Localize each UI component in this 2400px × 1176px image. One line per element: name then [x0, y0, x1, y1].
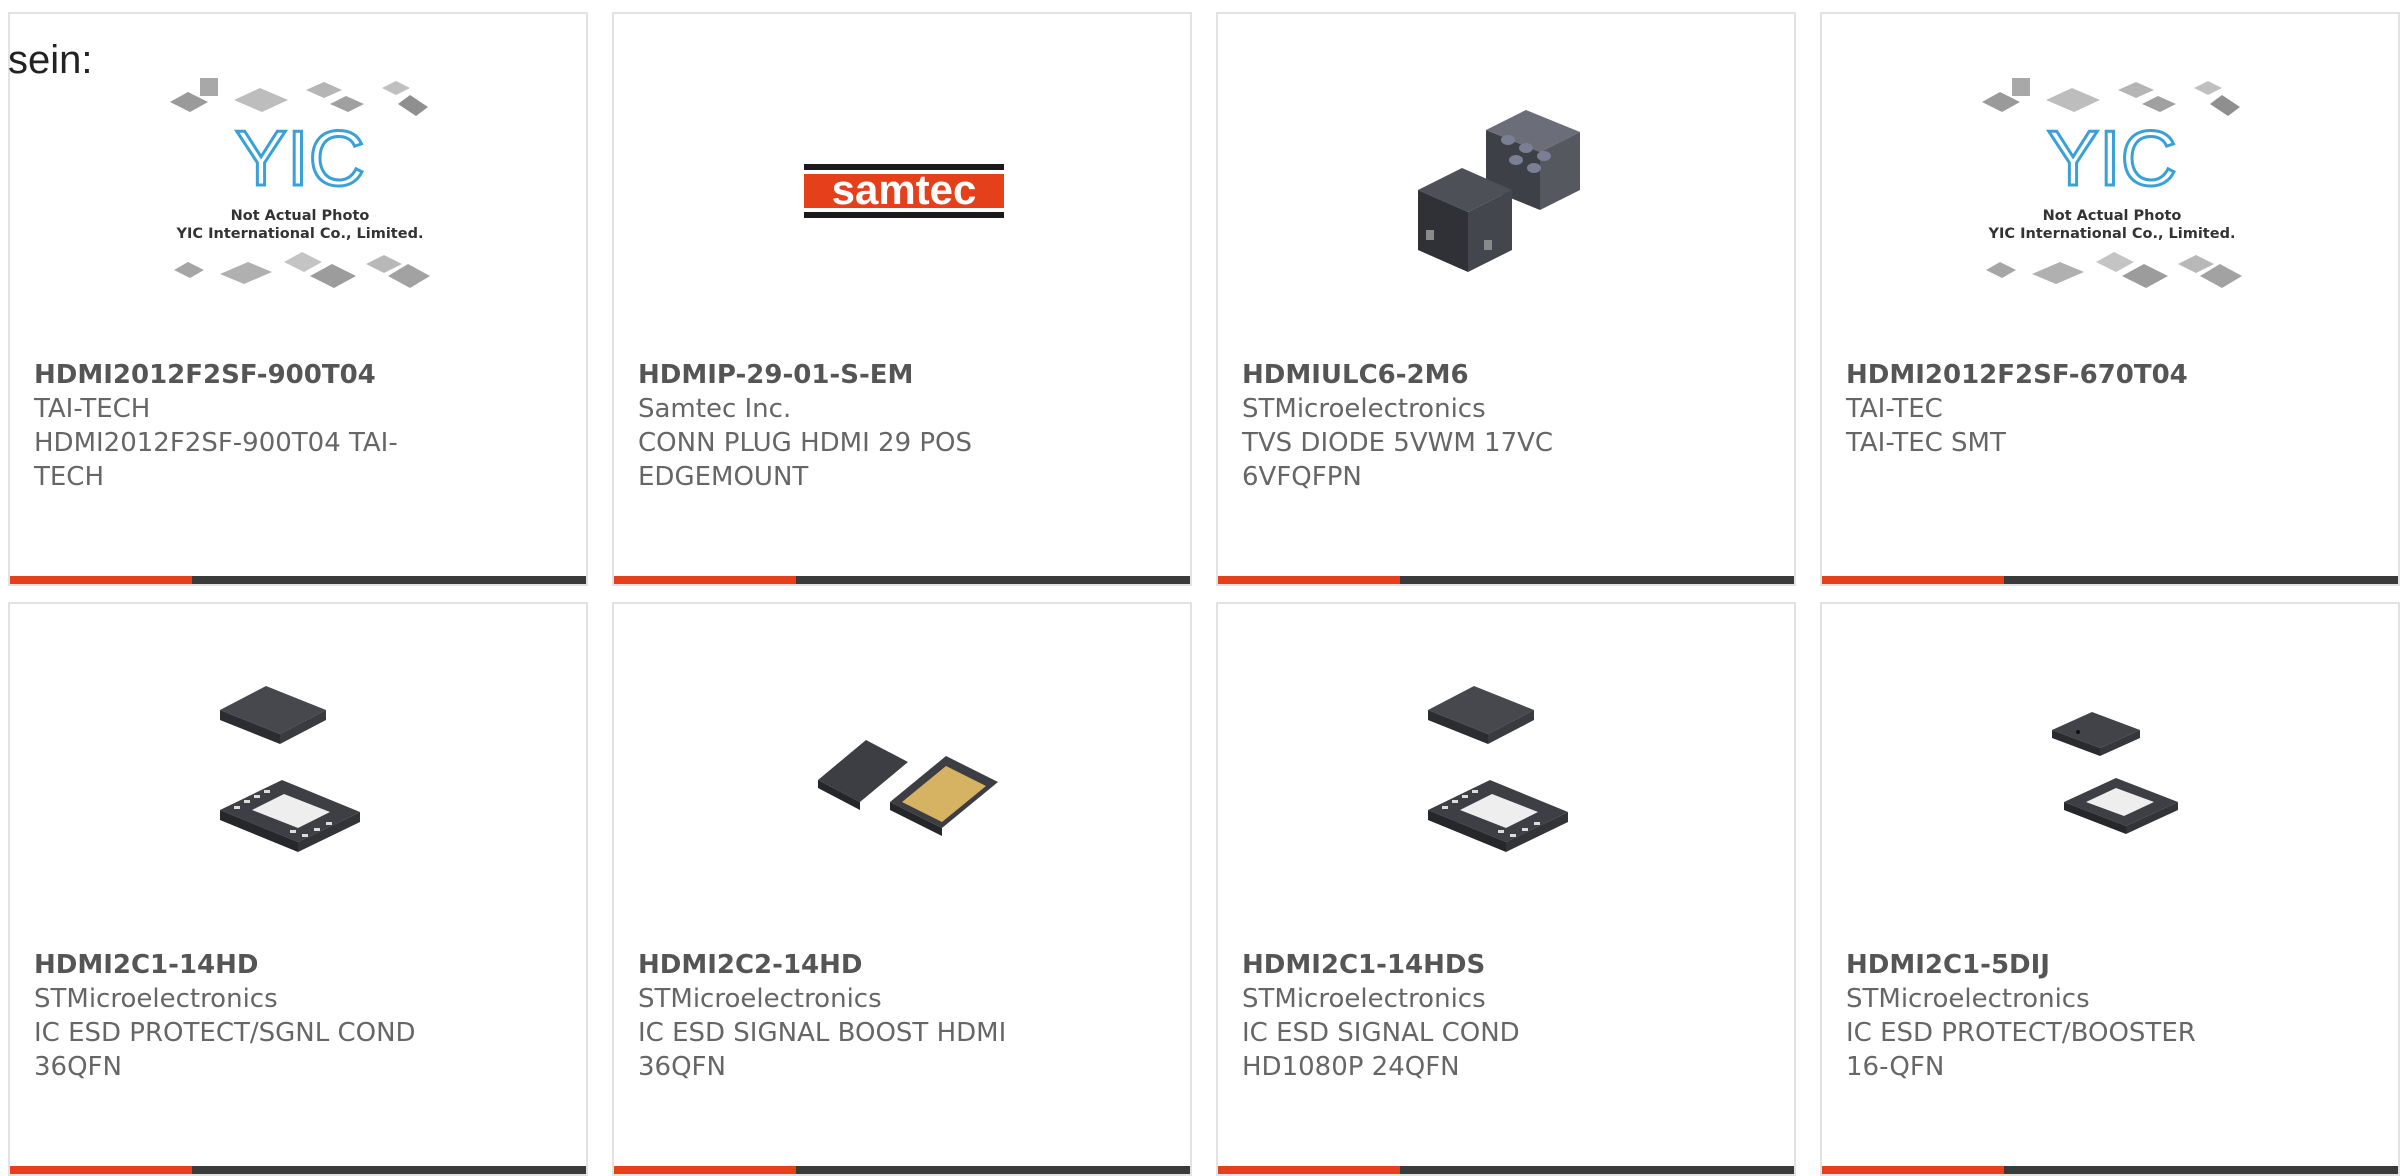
placeholder-line1: Not Actual Photo — [2043, 208, 2182, 224]
part-number[interactable]: HDMIULC6-2M6 — [1242, 358, 1642, 392]
intro-text: sein: — [8, 38, 93, 82]
manufacturer: STMicroelectronics — [1242, 394, 1486, 424]
part-number[interactable]: HDMI2C2-14HD — [638, 948, 1038, 982]
description: IC ESD SIGNAL BOOST HDMI 36QFN — [638, 1018, 1007, 1082]
card-accent-bar — [1218, 1166, 1794, 1174]
card-accent-bar — [1218, 576, 1794, 584]
product-card[interactable]: HDMIULC6-2M6 STMicroelectronics TVS DIOD… — [1216, 12, 1796, 586]
dfn-package-icon — [1398, 80, 1618, 300]
manufacturer: STMicroelectronics — [638, 984, 882, 1014]
card-accent-bar — [614, 1166, 1190, 1174]
product-card[interactable]: HDMI2C1-5DIJ STMicroelectronics IC ESD P… — [1820, 602, 2400, 1176]
card-accent-bar — [1822, 576, 2398, 584]
svg-text:YIC: YIC — [2047, 114, 2177, 202]
description: CONN PLUG HDMI 29 POS EDGEMOUNT — [638, 428, 973, 492]
part-number[interactable]: HDMIP-29-01-S-EM — [638, 358, 1038, 392]
product-card[interactable]: YIC Not Actual Photo YIC International C… — [1820, 12, 2400, 586]
product-card[interactable]: HDMI2C1-14HD STMicroelectronics IC ESD P… — [8, 602, 588, 1176]
logo-text: samtec — [832, 166, 977, 213]
placeholder-photo-icon: YIC Not Actual Photo YIC International C… — [160, 78, 440, 300]
card-accent-bar — [1822, 1166, 2398, 1174]
product-info: HDMIP-29-01-S-EM Samtec Inc. CONN PLUG H… — [638, 358, 1038, 494]
manufacturer: TAI-TEC — [1846, 394, 1943, 424]
manufacturer: STMicroelectronics — [34, 984, 278, 1014]
manufacturer: STMicroelectronics — [1846, 984, 2090, 1014]
placeholder-photo-icon: YIC Not Actual Photo YIC International C… — [1972, 78, 2252, 300]
part-number[interactable]: HDMI2012F2SF-670T04 — [1846, 358, 2246, 392]
gold-qfn-package-icon — [794, 670, 1014, 890]
manufacturer: Samtec Inc. — [638, 394, 792, 424]
qfn-package-icon — [190, 670, 410, 890]
product-info: HDMIULC6-2M6 STMicroelectronics TVS DIOD… — [1242, 358, 1642, 494]
product-info: HDMI2C1-14HD STMicroelectronics IC ESD P… — [34, 948, 434, 1084]
product-info: HDMI2C1-5DIJ STMicroelectronics IC ESD P… — [1846, 948, 2246, 1084]
description: TAI-TEC SMT — [1846, 428, 2006, 458]
product-info: HDMI2C2-14HD STMicroelectronics IC ESD S… — [638, 948, 1038, 1084]
description: HDMI2012F2SF-900T04 TAI-TECH — [34, 428, 398, 492]
product-card[interactable]: YIC Not Actual Photo YIC International C… — [8, 12, 588, 586]
description: IC ESD SIGNAL COND HD1080P 24QFN — [1242, 1018, 1520, 1082]
description: IC ESD PROTECT/SGNL COND 36QFN — [34, 1018, 416, 1082]
description: TVS DIODE 5VWM 17VC 6VFQFPN — [1242, 428, 1554, 492]
product-info: HDMI2C1-14HDS STMicroelectronics IC ESD … — [1242, 948, 1642, 1084]
manufacturer: STMicroelectronics — [1242, 984, 1486, 1014]
product-card[interactable]: HDMI2C1-14HDS STMicroelectronics IC ESD … — [1216, 602, 1796, 1176]
qfn-package-icon — [1398, 670, 1618, 890]
card-accent-bar — [10, 1166, 586, 1174]
card-accent-bar — [614, 576, 1190, 584]
card-accent-bar — [10, 576, 586, 584]
part-number[interactable]: HDMI2C1-14HD — [34, 948, 434, 982]
part-number[interactable]: HDMI2C1-5DIJ — [1846, 948, 2246, 982]
description: IC ESD PROTECT/BOOSTER 16-QFN — [1846, 1018, 2196, 1082]
product-card[interactable]: samtec HDMIP-29-01-S-EM Samtec Inc. CONN… — [612, 12, 1192, 586]
placeholder-line1: Not Actual Photo — [231, 208, 370, 224]
placeholder-line2: YIC International Co., Limited. — [1988, 226, 2236, 242]
placeholder-line2: YIC International Co., Limited. — [176, 226, 424, 242]
qfn-small-package-icon — [2002, 670, 2222, 890]
part-number[interactable]: HDMI2012F2SF-900T04 — [34, 358, 434, 392]
samtec-logo: samtec — [794, 80, 1014, 300]
part-number[interactable]: HDMI2C1-14HDS — [1242, 948, 1642, 982]
manufacturer: TAI-TECH — [34, 394, 151, 424]
svg-text:YIC: YIC — [235, 114, 365, 202]
product-info: HDMI2012F2SF-900T04 TAI-TECH HDMI2012F2S… — [34, 358, 434, 494]
product-card[interactable]: HDMI2C2-14HD STMicroelectronics IC ESD S… — [612, 602, 1192, 1176]
product-info: HDMI2012F2SF-670T04 TAI-TEC TAI-TEC SMT — [1846, 358, 2246, 460]
